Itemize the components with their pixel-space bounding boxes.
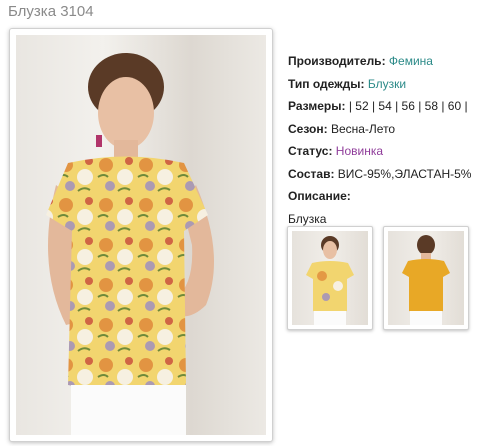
composition-row: Состав: ВИС-95%,ЭЛАСТАН-5%	[288, 163, 494, 186]
manufacturer-link[interactable]: Фемина	[389, 54, 433, 68]
description-value: Блузка	[288, 211, 327, 226]
main-photo-image	[16, 35, 266, 435]
sizes-label: Размеры:	[288, 99, 346, 113]
manufacturer-row: Производитель: Фемина	[288, 50, 494, 73]
clothing-type-row: Тип одежды: Блузки	[288, 73, 494, 96]
composition-value: ВИС-95%,ЭЛАСТАН-5%	[337, 166, 472, 181]
description-label: Описание:	[288, 189, 351, 203]
thumbnail-front[interactable]	[287, 226, 373, 330]
clothing-type-label: Тип одежды:	[288, 76, 365, 91]
manufacturer-label: Производитель:	[288, 54, 386, 68]
page-title: Блузка 3104	[8, 3, 94, 20]
season-value: Весна-Лето	[330, 121, 396, 136]
status-link[interactable]: Новинка	[336, 144, 383, 158]
thumbnail-front-illustration	[306, 236, 354, 325]
season-label: Сезон:	[288, 121, 328, 136]
status-label: Статус:	[288, 144, 333, 158]
clothing-type-link[interactable]: Блузки	[368, 77, 406, 91]
status-row: Статус: Новинка	[288, 140, 494, 163]
sizes-row: Размеры: | 52 | 54 | 56 | 58 | 60 |	[288, 95, 494, 118]
thumbnail-back-image	[388, 231, 464, 325]
thumbnail-back-illustration	[402, 235, 450, 325]
description-row: Описание:	[288, 185, 494, 208]
thumbnail-front-image	[292, 231, 368, 325]
sizes-value: | 52 | 54 | 56 | 58 | 60 |	[348, 99, 468, 113]
thumbnail-back[interactable]	[383, 226, 469, 330]
composition-label: Состав:	[288, 166, 335, 181]
season-row: Сезон: Весна-Лето	[288, 118, 494, 141]
main-product-photo[interactable]	[9, 28, 273, 442]
model-front-illustration	[46, 53, 214, 435]
product-details: Производитель: Фемина Тип одежды: Блузки…	[288, 50, 494, 230]
